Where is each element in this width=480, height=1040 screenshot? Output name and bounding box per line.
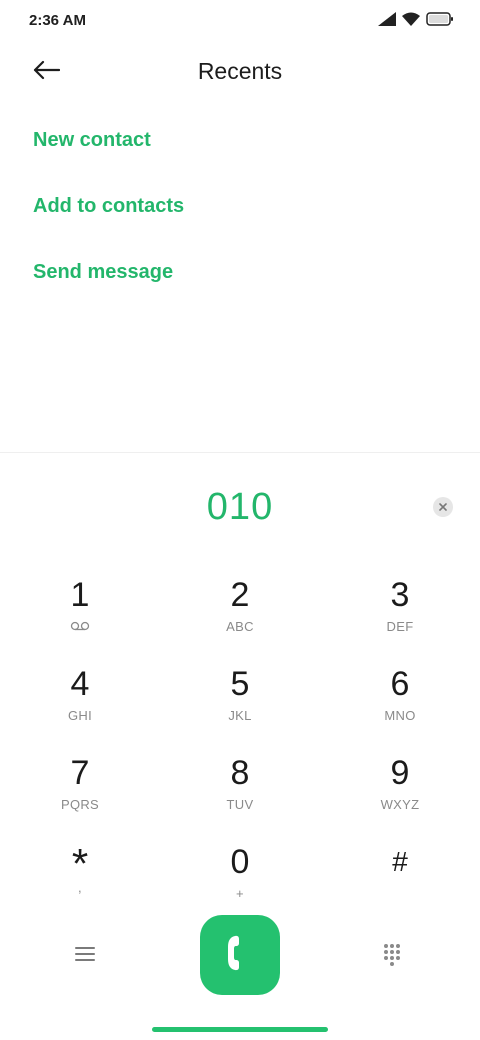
clear-icon	[439, 498, 447, 516]
key-digit: #	[392, 846, 408, 877]
new-contact-link[interactable]: New contact	[33, 118, 184, 184]
page-title: Recents	[197, 58, 283, 84]
key-digit: 6	[390, 665, 410, 703]
key-digit: 9	[390, 754, 410, 792]
divider	[0, 452, 480, 453]
voicemail-icon	[20, 619, 140, 635]
key-letters: PQRS	[60, 797, 100, 812]
clear-button[interactable]	[433, 497, 453, 517]
key-0[interactable]: 0 +	[180, 842, 300, 922]
phone-icon	[225, 933, 255, 978]
key-letters: WXYZ	[380, 797, 420, 812]
key-letters: GHI	[67, 708, 92, 723]
header: Recents	[0, 44, 480, 100]
key-digit: 3	[390, 576, 410, 614]
add-to-contacts-link[interactable]: Add to contacts	[33, 184, 184, 250]
key-5[interactable]: 5 JKL	[180, 664, 300, 744]
dialpad-icon	[382, 944, 402, 971]
dialed-number: 010	[206, 486, 274, 528]
key-letters: MNO	[384, 708, 416, 723]
key-digit: 1	[70, 576, 90, 614]
status-bar: 2:36 AM	[0, 0, 480, 44]
key-digit: 7	[70, 754, 90, 792]
key-star[interactable]: * ,	[20, 842, 140, 922]
status-time: 2:36 AM	[29, 12, 86, 29]
key-digit: 0	[230, 843, 250, 881]
key-hash[interactable]: #	[340, 842, 460, 922]
key-8[interactable]: 8 TUV	[180, 753, 300, 833]
menu-button[interactable]	[72, 943, 98, 969]
key-digit: 5	[230, 665, 250, 703]
send-message-link[interactable]: Send message	[33, 250, 184, 316]
call-button[interactable]	[200, 915, 280, 995]
menu-icon	[75, 946, 95, 967]
key-1[interactable]: 1	[20, 575, 140, 655]
key-4[interactable]: 4 GHI	[20, 664, 140, 744]
home-indicator[interactable]	[152, 1027, 328, 1032]
signal-icon	[378, 12, 396, 31]
key-letters: +	[236, 886, 244, 901]
battery-icon	[426, 12, 454, 31]
key-6[interactable]: 6 MNO	[340, 664, 460, 744]
key-digit: 4	[70, 665, 90, 703]
key-letters: ABC	[226, 619, 254, 634]
key-2[interactable]: 2 ABC	[180, 575, 300, 655]
key-letters: ,	[78, 880, 82, 895]
key-letters: JKL	[228, 708, 252, 723]
bottom-bar	[0, 915, 480, 997]
key-7[interactable]: 7 PQRS	[20, 753, 140, 833]
action-list: New contact Add to contacts Send message	[33, 118, 184, 316]
status-icons	[378, 12, 454, 31]
key-letters: DEF	[386, 619, 414, 634]
dialpad-toggle-button[interactable]	[382, 943, 408, 969]
key-9[interactable]: 9 WXYZ	[340, 753, 460, 833]
key-digit: 8	[230, 754, 250, 792]
key-letters: TUV	[226, 797, 254, 812]
key-3[interactable]: 3 DEF	[340, 575, 460, 655]
wifi-icon	[402, 12, 420, 31]
key-digit: 2	[230, 576, 250, 614]
